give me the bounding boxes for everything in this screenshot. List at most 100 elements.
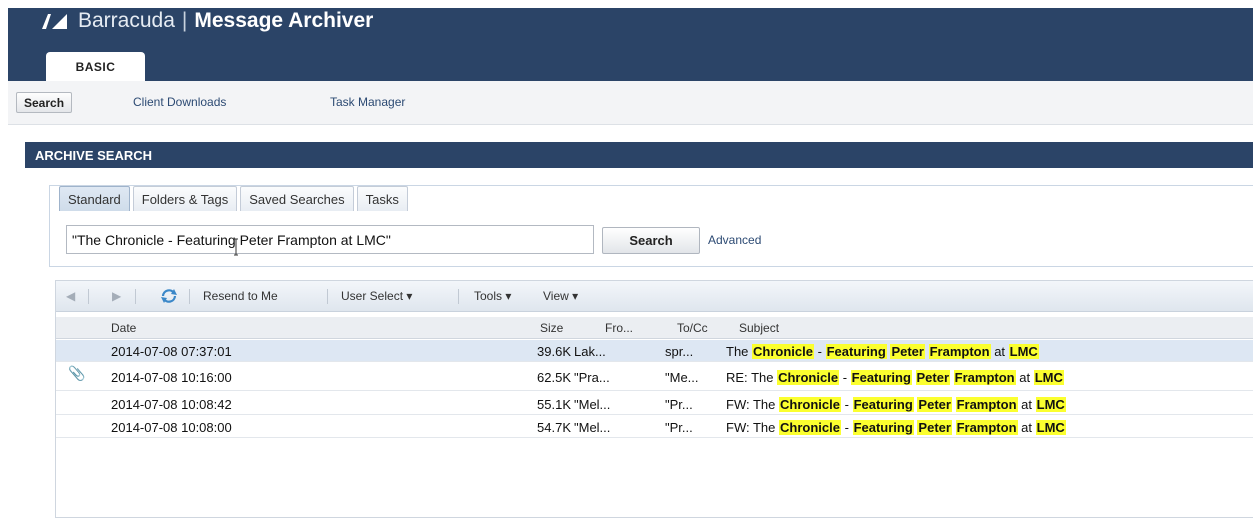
column-date[interactable]: Date — [111, 321, 136, 335]
subject-word: - — [842, 370, 848, 385]
toolbar-divider — [327, 289, 328, 304]
highlighted-term: LMC — [1008, 344, 1039, 359]
highlighted-term: Frampton — [953, 370, 1016, 385]
cell-date: 2014-07-08 10:16:00 — [111, 370, 232, 385]
table-row[interactable]: 📎 2014-07-08 10:16:00 62.5K "Pra... "Me... RE… — [56, 363, 1253, 391]
view-menu[interactable]: View ▾ — [543, 289, 578, 303]
cell-size: 62.5K — [537, 370, 571, 385]
column-subject[interactable]: Subject — [739, 321, 779, 335]
column-size[interactable]: Size — [540, 321, 563, 335]
text-cursor-icon — [234, 238, 238, 256]
cell-subject: FW: The Chronicle - Featuring Peter Fram… — [726, 420, 1066, 435]
archive-search-title: ARCHIVE SEARCH — [25, 142, 1253, 168]
tools-menu[interactable]: Tools ▾ — [474, 289, 511, 303]
user-select-label: User Select — [341, 289, 404, 303]
advanced-search-link[interactable]: Advanced — [708, 233, 761, 247]
highlighted-term: Featuring — [825, 344, 887, 359]
column-from[interactable]: Fro... — [605, 321, 633, 335]
highlighted-term: LMC — [1035, 420, 1066, 435]
cell-to-cc: "Pr... — [665, 420, 693, 435]
toolbar-divider — [135, 289, 136, 304]
cell-to-cc: "Me... — [665, 370, 699, 385]
nav-search-button[interactable]: Search — [16, 92, 73, 113]
brand-separator: | — [181, 9, 188, 32]
table-row[interactable]: 2014-07-08 07:37:01 39.6K Lak... spr... The … — [56, 340, 1253, 362]
tab-saved-searches[interactable]: Saved Searches — [240, 186, 354, 211]
cell-date: 2014-07-08 10:08:00 — [111, 420, 232, 435]
column-to-cc[interactable]: To/Cc — [677, 321, 708, 335]
tools-label: Tools — [474, 289, 503, 303]
subject-word: The — [752, 420, 776, 435]
triangle-left-icon[interactable]: ◀ — [66, 289, 75, 303]
highlighted-term: Chronicle — [779, 420, 841, 435]
cell-subject: FW: The Chronicle - Featuring Peter Fram… — [726, 397, 1066, 412]
paperclip-icon: 📎 — [68, 365, 86, 381]
highlighted-term: Peter — [917, 397, 952, 412]
triangle-right-icon[interactable]: ▶ — [112, 289, 121, 303]
highlighted-term: Chronicle — [752, 344, 814, 359]
subject-word: The — [752, 397, 776, 412]
subject-prefix: FW: — [726, 397, 753, 412]
highlighted-term: Featuring — [852, 420, 914, 435]
brand: Barracuda | Message Archiver — [40, 8, 373, 34]
resend-to-me-button[interactable]: Resend to Me — [203, 289, 278, 303]
highlighted-term: Featuring — [852, 397, 914, 412]
chevron-down-icon: ▾ — [406, 289, 413, 303]
chevron-down-icon: ▾ — [505, 289, 512, 303]
app-header: Barracuda | Message Archiver BASIC — [8, 8, 1253, 81]
cell-date: 2014-07-08 10:08:42 — [111, 397, 232, 412]
cell-to-cc: spr... — [665, 344, 694, 359]
cell-from: "Pra... — [574, 370, 610, 385]
highlighted-term: Frampton — [955, 397, 1018, 412]
subject-word: at — [1021, 397, 1032, 412]
toolbar-divider — [88, 289, 89, 304]
search-tabs: Standard Folders & Tags Saved Searches T… — [59, 186, 411, 212]
tab-standard[interactable]: Standard — [59, 186, 130, 211]
tab-tasks[interactable]: Tasks — [356, 186, 408, 211]
client-downloads-link[interactable]: Client Downloads — [133, 95, 226, 109]
sub-navigation: Search Client Downloads Task Manager — [8, 81, 1253, 125]
cell-subject: RE: The Chronicle - Featuring Peter Fram… — [726, 370, 1064, 385]
highlighted-term: Chronicle — [779, 397, 841, 412]
highlighted-term: Peter — [915, 370, 951, 385]
highlighted-term: Peter — [917, 420, 952, 435]
view-label: View — [543, 289, 569, 303]
results-grid: ◀ ▶ Resend to Me User Select ▾ Tools ▾ V… — [55, 280, 1253, 518]
results-toolbar: ◀ ▶ Resend to Me User Select ▾ Tools ▾ V… — [56, 281, 1253, 312]
barracuda-logo-icon — [42, 14, 67, 29]
cell-date: 2014-07-08 07:37:01 — [111, 344, 232, 359]
cell-size: 39.6K — [537, 344, 571, 359]
subject-word: - — [844, 397, 849, 412]
chevron-down-icon: ▾ — [572, 289, 579, 303]
refresh-icon[interactable] — [160, 288, 178, 304]
subject-word: - — [817, 344, 822, 359]
table-row[interactable]: 2014-07-08 10:08:00 54.7K "Mel... "Pr... FW:… — [56, 416, 1253, 438]
table-row[interactable]: 2014-07-08 10:08:42 55.1K "Mel... "Pr... FW:… — [56, 393, 1253, 415]
subject-word: at — [1021, 420, 1032, 435]
highlighted-term: Featuring — [850, 370, 912, 385]
task-manager-link[interactable]: Task Manager — [330, 95, 405, 109]
search-input[interactable] — [66, 225, 594, 254]
cell-from: "Mel... — [574, 397, 611, 412]
tab-folders-tags[interactable]: Folders & Tags — [132, 186, 238, 211]
cell-from: Lak... — [574, 344, 606, 359]
tab-basic[interactable]: BASIC — [46, 52, 145, 81]
company-name: Barracuda — [78, 9, 175, 32]
subject-word: at — [994, 344, 1006, 359]
toolbar-divider — [458, 289, 459, 304]
user-select-menu[interactable]: User Select ▾ — [341, 289, 412, 303]
grid-header: Date Size Fro... To/Cc Subject — [56, 317, 1253, 339]
cell-size: 54.7K — [537, 420, 571, 435]
search-button[interactable]: Search — [602, 227, 700, 254]
subject-word: The — [726, 344, 749, 359]
highlighted-term: Chronicle — [777, 370, 840, 385]
cell-size: 55.1K — [537, 397, 571, 412]
product-name: Message Archiver — [194, 9, 374, 32]
highlighted-term: Frampton — [928, 344, 991, 359]
highlighted-term: Peter — [890, 344, 925, 359]
highlighted-term: LMC — [1033, 370, 1064, 385]
cell-to-cc: "Pr... — [665, 397, 693, 412]
cell-subject: The Chronicle - Featuring Peter Frampton… — [726, 344, 1039, 359]
highlighted-term: Frampton — [955, 420, 1018, 435]
subject-word: at — [1019, 370, 1031, 385]
